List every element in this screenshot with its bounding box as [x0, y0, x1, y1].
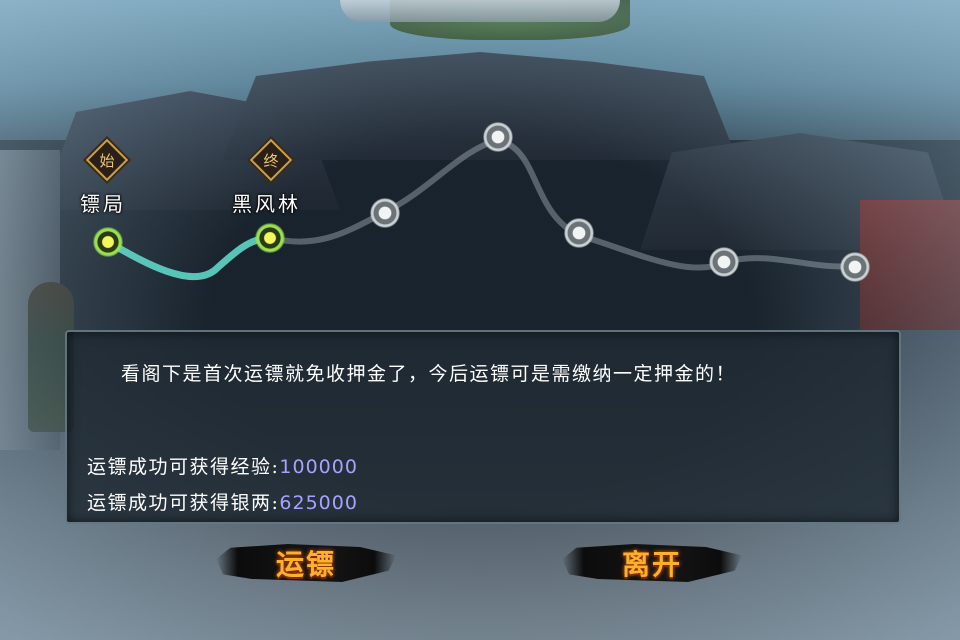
silver-reward-row: 运镖成功可获得银两:625000: [87, 488, 358, 515]
route-path-future: [267, 136, 858, 271]
route-node-end[interactable]: [255, 223, 285, 253]
escort-info-dialog: 看阁下是首次运镖就免收押金了，今后运镖可是需缴纳一定押金的！ 运镖成功可获得经验…: [65, 330, 901, 524]
escort-button-label: 运镖: [275, 548, 336, 581]
route-path-active: [104, 234, 274, 281]
leave-button-label: 离开: [621, 548, 682, 581]
exp-reward-label: 运镖成功可获得经验:: [87, 456, 280, 478]
start-badge-text: 始: [99, 151, 115, 170]
end-location-label: 黑风林: [232, 192, 301, 216]
exp-reward-value: 100000: [279, 456, 358, 478]
route-node-start[interactable]: [93, 227, 123, 257]
silver-reward-value: 625000: [279, 492, 358, 514]
end-badge-text: 终: [263, 151, 279, 170]
route-node-4[interactable]: [483, 122, 513, 152]
escort-button[interactable]: 运镖: [216, 538, 396, 588]
dialog-message: 看阁下是首次运镖就免收押金了，今后运镖可是需缴纳一定押金的！: [121, 363, 737, 385]
start-location-label: 镖局: [80, 192, 126, 216]
route-node-5[interactable]: [564, 218, 594, 248]
route-map: [104, 136, 858, 281]
route-node-3[interactable]: [370, 198, 400, 228]
route-node-6[interactable]: [709, 247, 739, 277]
leave-button[interactable]: 离开: [562, 538, 742, 588]
silver-reward-label: 运镖成功可获得银两:: [87, 492, 280, 514]
route-node-7[interactable]: [840, 252, 870, 282]
exp-reward-row: 运镖成功可获得经验:100000: [87, 452, 358, 479]
